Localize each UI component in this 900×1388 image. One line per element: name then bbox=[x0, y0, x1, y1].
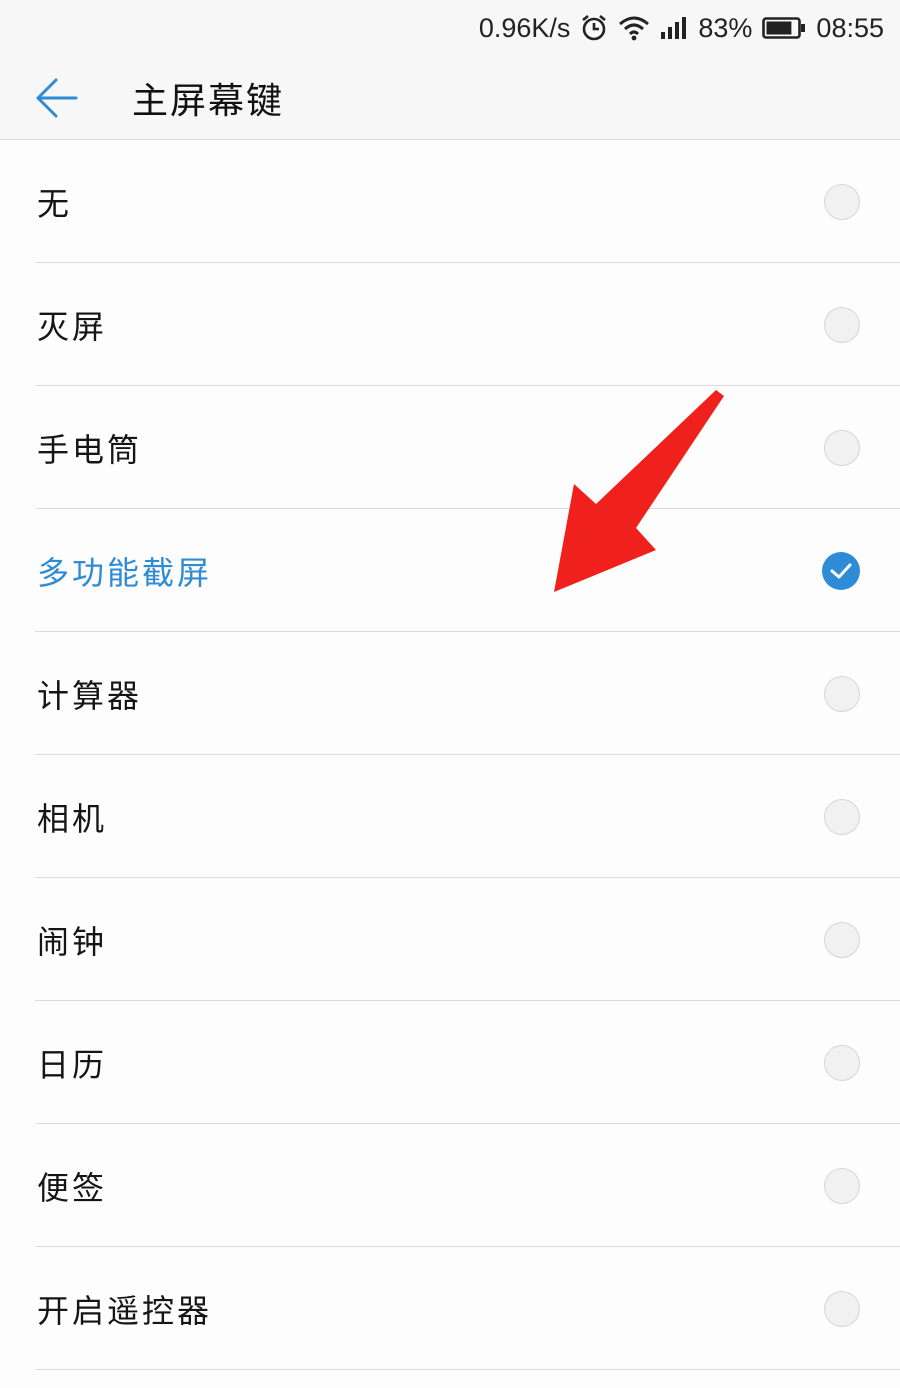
option-item[interactable]: 手电筒 bbox=[0, 386, 900, 509]
battery-icon bbox=[762, 16, 806, 40]
radio-button[interactable] bbox=[824, 1044, 860, 1081]
back-button[interactable] bbox=[28, 70, 84, 126]
option-label: 无 bbox=[37, 184, 73, 223]
radio-button-checked[interactable] bbox=[822, 551, 860, 590]
option-item[interactable]: 闹钟 bbox=[0, 878, 900, 1001]
network-speed: 0.96K/s bbox=[478, 12, 571, 43]
option-label: 灭屏 bbox=[37, 307, 108, 346]
option-label: 计算器 bbox=[37, 676, 143, 715]
arrow-left-icon bbox=[36, 78, 78, 117]
check-icon bbox=[830, 563, 852, 578]
option-item[interactable]: 便签 bbox=[0, 1124, 900, 1247]
option-item[interactable]: 日历 bbox=[0, 1001, 900, 1124]
radio-button[interactable] bbox=[824, 798, 860, 835]
option-label: 多功能截屏 bbox=[37, 553, 213, 592]
option-label: 闹钟 bbox=[37, 922, 108, 961]
status-bar: 0.96K/s 83% 08:55 bbox=[0, 0, 900, 56]
radio-button[interactable] bbox=[824, 675, 860, 712]
signal-icon bbox=[660, 16, 688, 40]
option-item-selected[interactable]: 多功能截屏 bbox=[0, 509, 900, 632]
radio-button[interactable] bbox=[824, 183, 860, 220]
wifi-icon bbox=[618, 15, 650, 41]
option-item[interactable]: 无 bbox=[0, 140, 900, 263]
radio-button[interactable] bbox=[824, 429, 860, 466]
option-list: 无 灭屏 手电筒 多功能截屏 计算器 相机 闹钟 日历 便签 开启遥控器 bbox=[0, 140, 900, 1370]
option-label: 手电筒 bbox=[37, 430, 143, 469]
option-label: 日历 bbox=[37, 1045, 108, 1084]
radio-button[interactable] bbox=[824, 1290, 860, 1327]
battery-percent: 83% bbox=[698, 12, 753, 43]
radio-button[interactable] bbox=[824, 306, 860, 343]
alarm-icon bbox=[580, 14, 608, 42]
app-header: 主屏幕键 bbox=[0, 56, 900, 140]
option-item[interactable]: 相机 bbox=[0, 755, 900, 878]
radio-button[interactable] bbox=[824, 1167, 860, 1204]
radio-button[interactable] bbox=[824, 921, 860, 958]
option-item[interactable]: 灭屏 bbox=[0, 263, 900, 386]
option-item[interactable]: 开启遥控器 bbox=[0, 1247, 900, 1370]
page-title: 主屏幕键 bbox=[132, 80, 285, 122]
option-label: 相机 bbox=[37, 799, 108, 838]
option-item[interactable]: 计算器 bbox=[0, 632, 900, 755]
option-label: 便签 bbox=[37, 1168, 108, 1207]
clock-time: 08:55 bbox=[816, 12, 884, 43]
option-label: 开启遥控器 bbox=[37, 1291, 213, 1330]
